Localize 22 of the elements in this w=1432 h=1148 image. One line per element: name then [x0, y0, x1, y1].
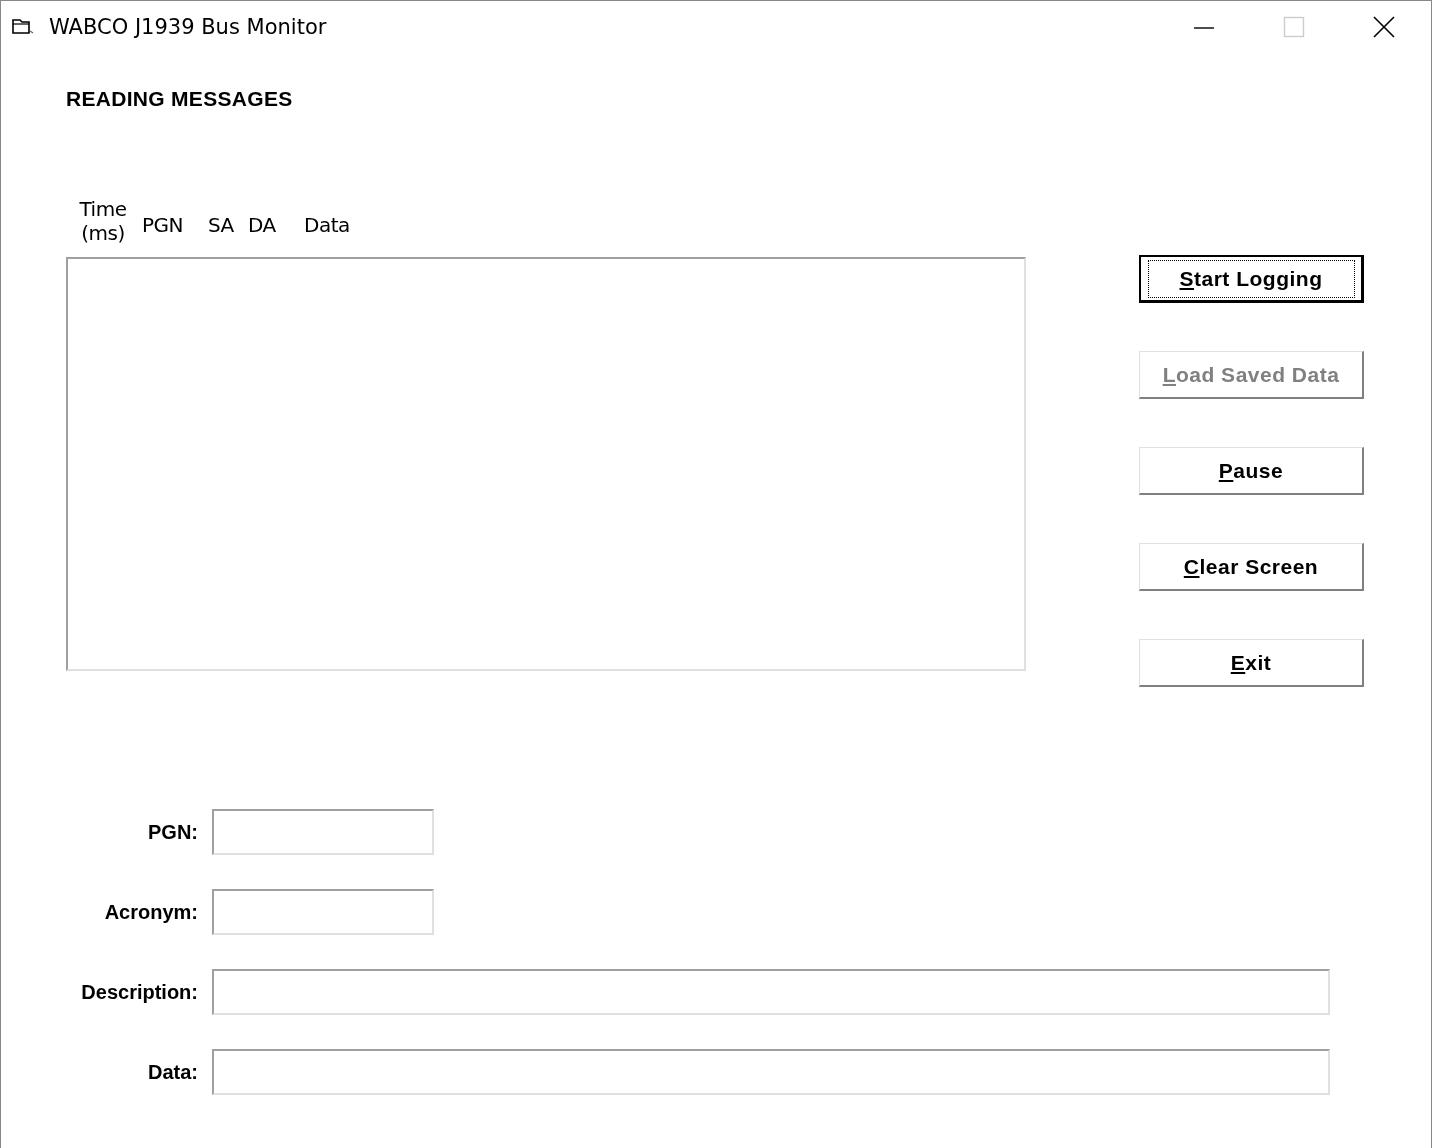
action-button[interactable]: Start Logging — [1139, 255, 1364, 303]
input-field[interactable] — [212, 1049, 1330, 1095]
action-button[interactable]: Exit — [1139, 639, 1364, 687]
window-title: WABCO J1939 Bus Monitor — [49, 15, 327, 39]
maximize-icon[interactable] — [1283, 16, 1305, 38]
action-button[interactable]: Pause — [1139, 447, 1364, 495]
input-field[interactable] — [212, 969, 1330, 1015]
column-header: SA — [208, 213, 235, 239]
input-field[interactable] — [212, 809, 434, 855]
close-icon[interactable] — [1373, 16, 1395, 38]
section-heading: READING MESSAGES — [66, 87, 294, 111]
column-header: Data — [304, 213, 351, 239]
column-header: PGN — [142, 213, 185, 239]
field-label: Acronym: — [103, 900, 198, 924]
window-icon — [11, 17, 35, 37]
column-header: Time (ms) — [78, 197, 128, 245]
column-header: DA — [248, 213, 277, 239]
action-button[interactable]: Clear Screen — [1139, 543, 1364, 591]
field-label: PGN: — [147, 820, 198, 844]
field-label: Description: — [80, 980, 198, 1004]
input-field[interactable] — [212, 889, 434, 935]
field-label: Data: — [147, 1060, 198, 1084]
